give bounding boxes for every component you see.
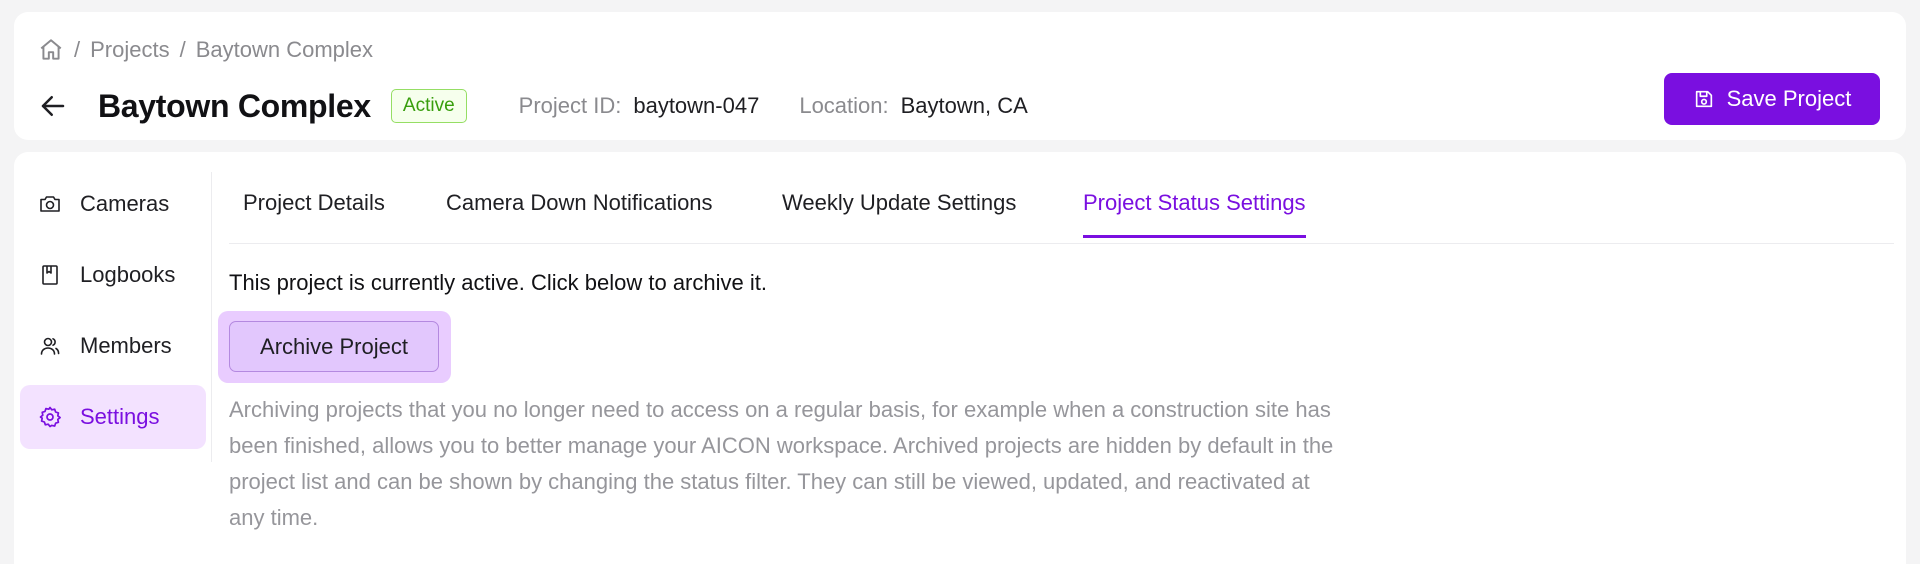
breadcrumb-separator: / bbox=[74, 37, 81, 62]
status-settings-content: This project is currently active. Click … bbox=[218, 270, 1429, 530]
sidebar: Cameras Logbooks Members Settings bbox=[20, 172, 212, 462]
project-header: / Projects / Baytown Complex Baytown Com… bbox=[14, 12, 1906, 140]
title-row: Baytown Complex Active Project ID: bayto… bbox=[36, 78, 1028, 134]
tab-weekly-update-settings[interactable]: Weekly Update Settings bbox=[782, 190, 1016, 238]
sidebar-item-label: Settings bbox=[80, 404, 160, 429]
main-panel: Cameras Logbooks Members Settings Projec… bbox=[14, 152, 1906, 564]
book-icon bbox=[38, 263, 62, 287]
back-arrow-icon[interactable] bbox=[36, 89, 70, 123]
breadcrumb-projects-link[interactable]: Projects bbox=[90, 37, 169, 63]
save-project-button[interactable]: Save Project bbox=[1664, 73, 1880, 125]
sidebar-item-label: Members bbox=[80, 333, 172, 358]
home-icon[interactable] bbox=[38, 37, 64, 63]
breadcrumb-separator: / bbox=[179, 37, 186, 62]
tab-camera-down-notifications[interactable]: Camera Down Notifications bbox=[446, 190, 713, 238]
sidebar-item-members[interactable]: Members bbox=[20, 314, 206, 378]
page-title: Baytown Complex bbox=[98, 87, 371, 124]
gear-icon bbox=[38, 405, 62, 429]
tab-project-details[interactable]: Project Details bbox=[243, 190, 385, 238]
users-icon bbox=[38, 334, 62, 358]
archive-project-button[interactable]: Archive Project bbox=[229, 321, 439, 372]
tab-project-status-settings[interactable]: Project Status Settings bbox=[1083, 190, 1306, 238]
status-intro-text: This project is currently active. Click … bbox=[229, 270, 767, 295]
project-id-value: baytown-047 bbox=[633, 93, 760, 118]
status-badge: Active bbox=[390, 89, 467, 123]
sidebar-item-cameras[interactable]: Cameras bbox=[20, 172, 206, 236]
location-label: Location: bbox=[799, 93, 889, 118]
sidebar-item-settings[interactable]: Settings bbox=[20, 385, 206, 449]
location-value: Baytown, CA bbox=[900, 93, 1028, 118]
settings-tabs: Project Details Camera Down Notification… bbox=[229, 152, 1894, 244]
archive-button-focus-ring: Archive Project bbox=[218, 311, 451, 383]
project-id-label: Project ID: bbox=[518, 93, 622, 118]
breadcrumb: / Projects / Baytown Complex bbox=[38, 34, 373, 66]
breadcrumb-current: Baytown Complex bbox=[195, 37, 374, 62]
save-icon bbox=[1693, 88, 1715, 110]
sidebar-item-logbooks[interactable]: Logbooks bbox=[20, 243, 206, 307]
sidebar-item-label: Cameras bbox=[80, 191, 170, 216]
sidebar-item-label: Logbooks bbox=[80, 262, 176, 287]
archive-description: Archiving projects that you no longer ne… bbox=[229, 397, 1334, 530]
camera-icon bbox=[38, 192, 62, 216]
save-project-label: Save Project bbox=[1726, 86, 1852, 111]
